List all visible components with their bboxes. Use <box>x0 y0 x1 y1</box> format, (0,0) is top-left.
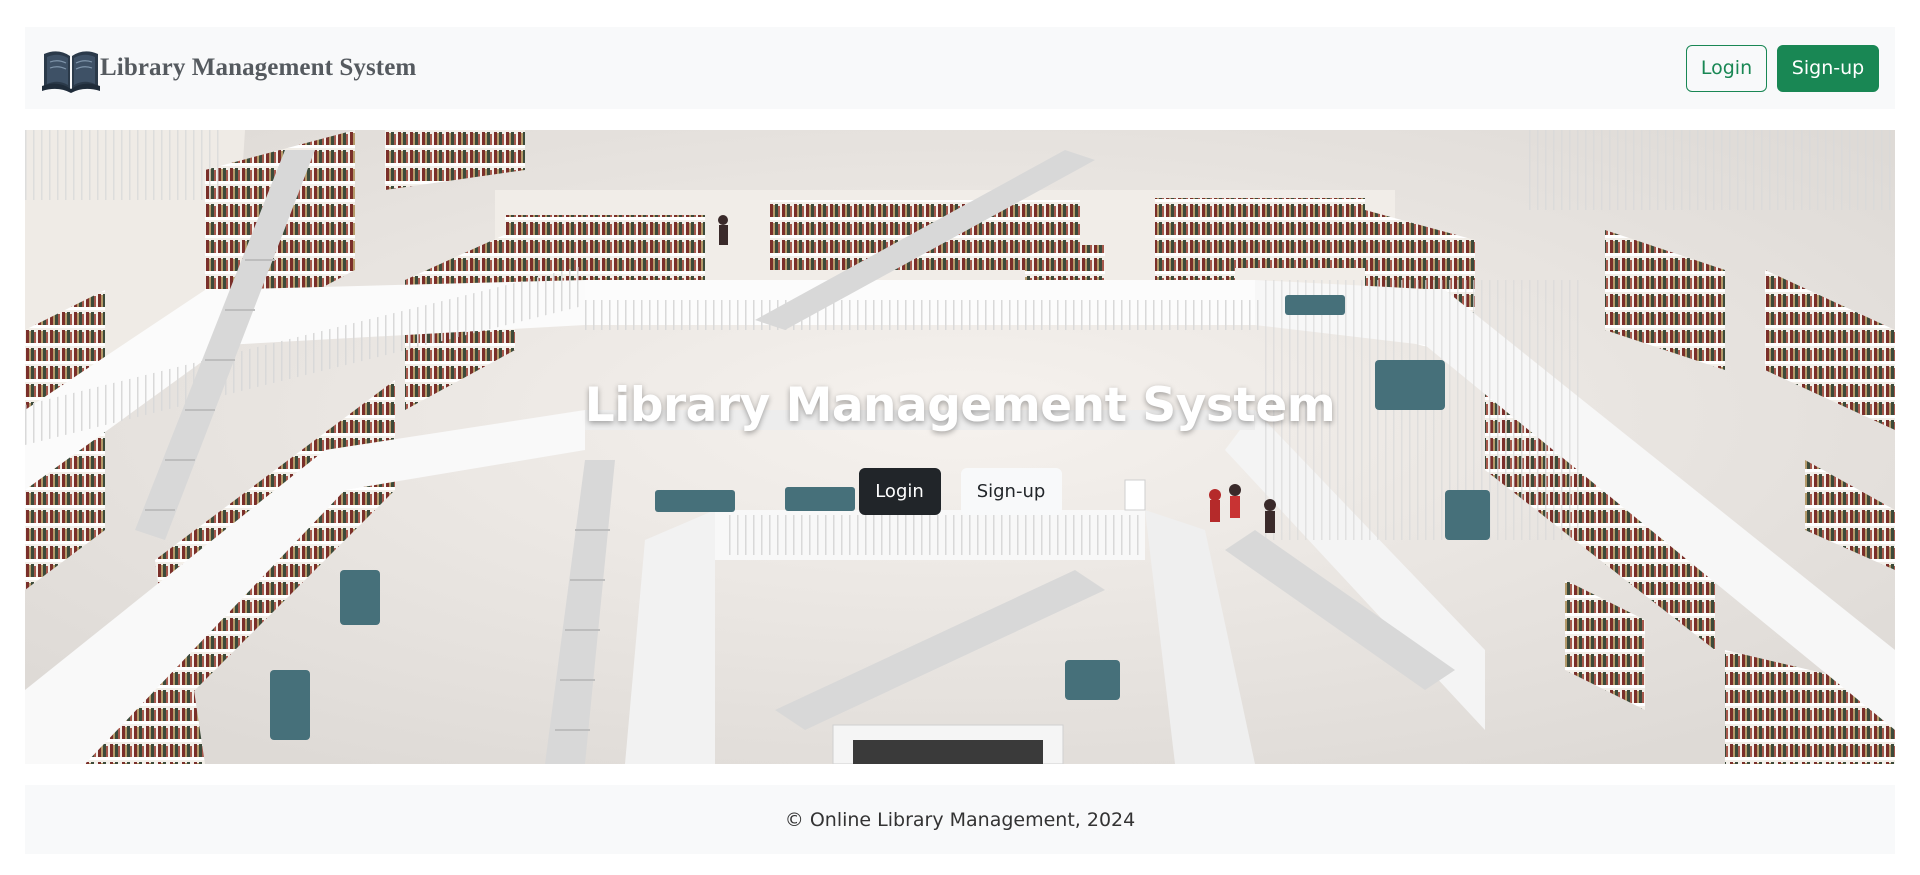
footer-copyright: © Online Library Management, 2024 <box>784 808 1136 831</box>
brand[interactable]: Library Management System <box>40 27 416 109</box>
navbar: Library Management System Login Sign-up <box>25 27 1895 109</box>
nav-login-button[interactable]: Login <box>1686 44 1767 92</box>
footer: © Online Library Management, 2024 <box>25 785 1895 854</box>
open-book-icon <box>42 51 100 93</box>
hero-banner: Library Management System Login Sign-up <box>25 130 1895 764</box>
nav-actions: Login Sign-up <box>1686 44 1879 92</box>
library-interior-image <box>25 130 1895 764</box>
hero-login-button[interactable]: Login <box>858 468 941 515</box>
brand-title: Library Management System <box>100 54 417 81</box>
hero-title: Library Management System <box>584 378 1336 433</box>
hero-actions: Login Sign-up <box>25 468 1895 515</box>
nav-signup-button[interactable]: Sign-up <box>1777 44 1879 92</box>
hero-signup-button[interactable]: Sign-up <box>960 468 1062 515</box>
